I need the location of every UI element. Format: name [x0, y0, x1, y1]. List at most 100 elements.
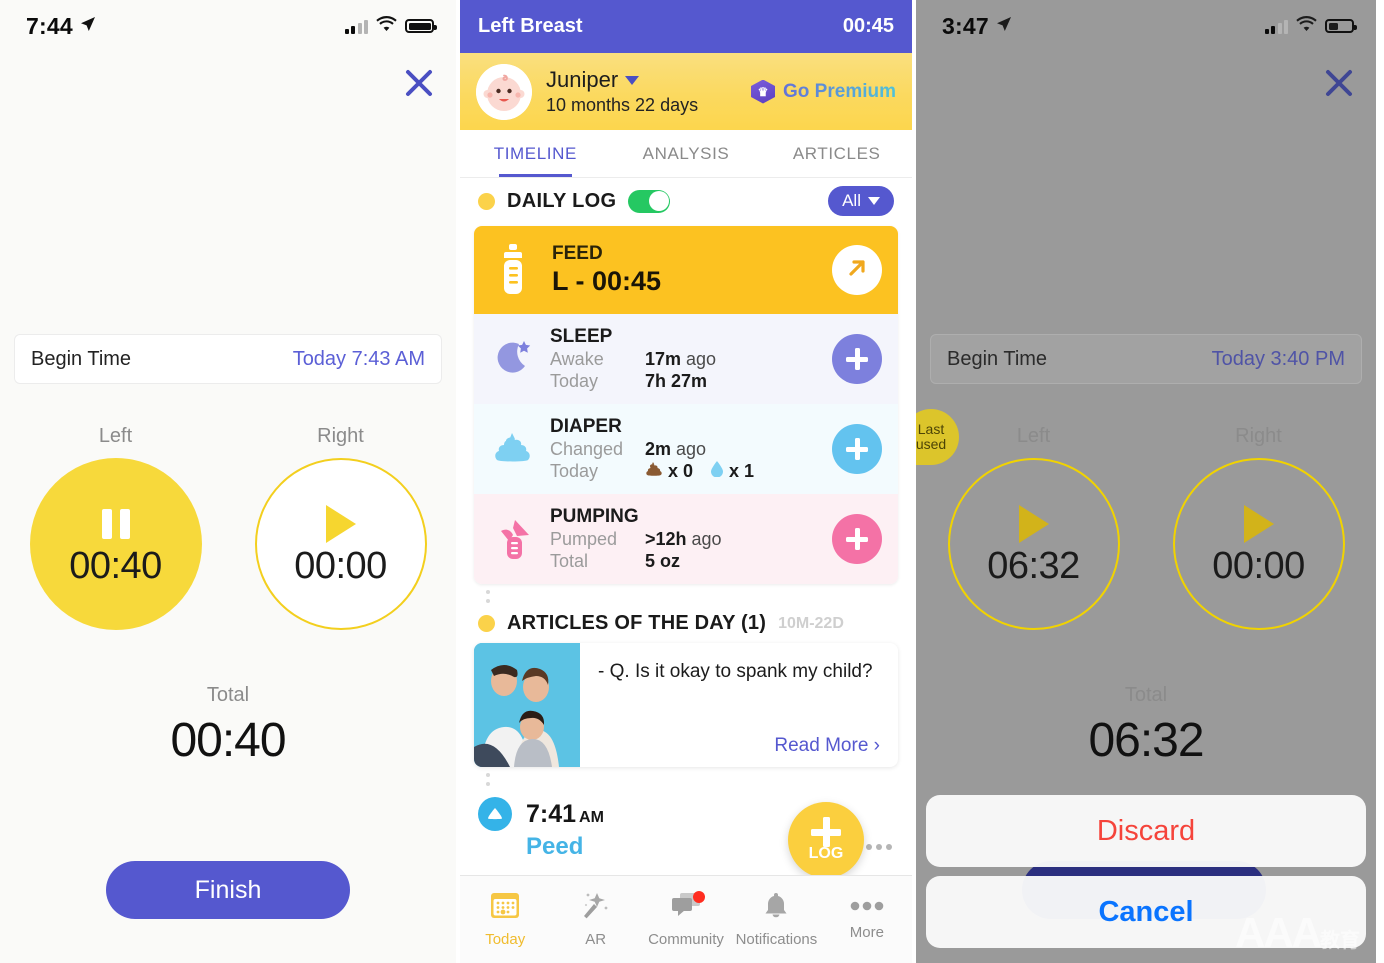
sleep-row[interactable]: SLEEP Awake 17m ago Today 7h 27m — [474, 314, 898, 404]
timer-section: Last used Left 06:32 Right 00:00 Total 0… — [916, 409, 1376, 768]
go-premium-button[interactable]: ♛ Go Premium — [751, 79, 896, 104]
bell-icon — [762, 891, 790, 924]
timeline-connector-dots-2 — [460, 767, 912, 793]
add-sleep-button[interactable] — [832, 334, 882, 384]
log-fab-button[interactable]: LOG — [788, 802, 864, 878]
right-timer-value: 00:00 — [1212, 545, 1305, 587]
tab-ar[interactable]: AR — [550, 876, 640, 963]
pumping-row1-value: >12h ago — [645, 529, 818, 550]
baby-meta: Juniper 10 months 22 days — [546, 67, 737, 116]
diaper-row[interactable]: DIAPER Changed 2m ago Today x 0 x 1 — [474, 404, 898, 494]
tab-timeline-label: TIMELINE — [493, 143, 577, 163]
sleep-body: SLEEP Awake 17m ago Today 7h 27m — [550, 326, 818, 392]
action-sheet: Discard — [926, 795, 1366, 867]
close-icon[interactable] — [1324, 68, 1354, 98]
add-pumping-button[interactable] — [832, 514, 882, 564]
last-used-line1: Last — [917, 421, 945, 438]
right-timer-label: Right — [317, 425, 364, 447]
watermark-sub: 教育 — [1320, 930, 1360, 952]
begin-time-row[interactable]: Begin Time Today 3:40 PM — [930, 334, 1362, 384]
tab-today[interactable]: Today — [460, 876, 550, 963]
tab-timeline[interactable]: TIMELINE — [460, 130, 611, 177]
read-more-link[interactable]: Read More › — [774, 735, 880, 757]
left-timer-cell: Last used Left 06:32 — [916, 409, 1131, 630]
section-tabs: TIMELINE ANALYSIS ARTICLES — [460, 130, 912, 178]
tab-more-label: More — [849, 923, 884, 941]
feed-row[interactable]: FEED L - 00:45 — [474, 226, 898, 314]
left-timer-value: 00:40 — [69, 545, 162, 587]
begin-time-value[interactable]: Today 3:40 PM — [1212, 348, 1345, 371]
status-bar: 3:47 — [916, 0, 1376, 52]
left-timer-label: Left — [1016, 425, 1051, 447]
left-timer-dial[interactable]: 06:32 — [947, 458, 1120, 630]
pumping-body: PUMPING Pumped >12h ago Total 5 oz — [550, 506, 818, 572]
baby-name-row[interactable]: Juniper — [546, 67, 737, 93]
filter-all-dropdown[interactable]: All — [828, 186, 894, 216]
close-row — [916, 52, 1376, 114]
diaper-row1-key: Changed — [550, 439, 624, 459]
sleep-row2-key: Today — [550, 371, 599, 391]
right-timer-dial[interactable]: 00:00 — [1172, 458, 1345, 630]
diaper-counts: x 0 x 1 — [645, 461, 818, 482]
pee-count: x 1 — [729, 461, 755, 481]
chevron-down-icon — [868, 197, 880, 205]
article-card[interactable]: - Q. Is it okay to spank my child? Read … — [474, 643, 898, 767]
pumping-row2-bold: 5 oz — [645, 551, 681, 571]
tab-notifications-label: Notifications — [735, 931, 818, 948]
calendar-icon — [490, 891, 520, 924]
poop-cloud-icon — [490, 432, 536, 466]
diaper-body: DIAPER Changed 2m ago Today x 0 x 1 — [550, 416, 818, 482]
sleep-row1-bold: 17m — [645, 349, 682, 369]
tab-community-label: Community — [648, 931, 724, 948]
tab-more[interactable]: More — [822, 876, 912, 963]
active-session-header[interactable]: Left Breast 00:45 — [460, 0, 912, 53]
last-used-line2: used — [916, 436, 947, 452]
tab-analysis[interactable]: ANALYSIS — [611, 130, 762, 177]
articles-heading: ARTICLES OF THE DAY (1) — [507, 612, 767, 634]
begin-time-row[interactable]: Begin Time Today 7:43 AM — [14, 334, 442, 384]
left-timer-dial[interactable]: 00:40 — [29, 458, 202, 630]
bottom-tab-bar: Today AR Community Notifications More — [460, 875, 912, 963]
panel-discard-confirmation: 3:47 Begin Time Today 3:40 PM Last used … — [916, 0, 1376, 963]
total-label: Total — [1124, 684, 1168, 706]
cellular-signal-icon — [344, 19, 368, 34]
articles-age-tag: 10M-22D — [778, 614, 844, 632]
diaper-row1-bold: 2m — [645, 439, 672, 459]
feed-open-button[interactable] — [832, 245, 882, 295]
family-photo-thumbnail — [474, 643, 580, 767]
three-phone-screenshots: 7:44 Begin Time Today 7:43 AM Left 00:40… — [0, 0, 1384, 963]
close-icon[interactable] — [404, 68, 434, 98]
finish-button[interactable]: Finish — [106, 861, 350, 919]
tab-notifications[interactable]: Notifications — [731, 876, 821, 963]
pumping-row[interactable]: PUMPING Pumped >12h ago Total 5 oz — [474, 494, 898, 584]
right-timer-dial[interactable]: 00:00 — [254, 458, 427, 630]
status-bar-time: 3:47 — [942, 12, 989, 39]
wifi-icon — [1296, 16, 1317, 36]
right-timer-label: Right — [1235, 425, 1282, 447]
fab-overflow-ellipsis-icon[interactable] — [866, 844, 892, 850]
begin-time-value[interactable]: Today 7:43 AM — [293, 348, 425, 371]
pumping-row1-bold: >12h — [645, 529, 687, 549]
tab-community[interactable]: Community — [641, 876, 731, 963]
add-diaper-button[interactable] — [832, 424, 882, 474]
battery-icon — [1325, 19, 1357, 33]
go-premium-label: Go Premium — [783, 80, 896, 102]
moon-star-icon — [490, 340, 536, 378]
baby-face-avatar[interactable] — [476, 63, 532, 120]
total-value: 06:32 — [1088, 714, 1204, 767]
diaper-row1-value: 2m ago — [645, 439, 818, 460]
filter-all-label: All — [842, 191, 861, 210]
right-timer-cell: Right 00:00 — [1161, 425, 1356, 630]
close-row — [0, 52, 456, 114]
log-fab-label: LOG — [808, 845, 844, 862]
play-icon — [1018, 503, 1049, 545]
daily-log-toggle[interactable] — [628, 189, 671, 213]
active-session-title: Left Breast — [478, 15, 583, 37]
discard-button[interactable]: Discard — [926, 795, 1366, 867]
diaper-title: DIAPER — [550, 416, 622, 437]
tab-articles[interactable]: ARTICLES — [761, 130, 912, 177]
watermark: AAA教育 — [1235, 909, 1360, 957]
pee-drop-icon — [478, 797, 512, 831]
status-bar-time: 7:44 — [26, 12, 73, 39]
plus-icon — [846, 438, 868, 460]
